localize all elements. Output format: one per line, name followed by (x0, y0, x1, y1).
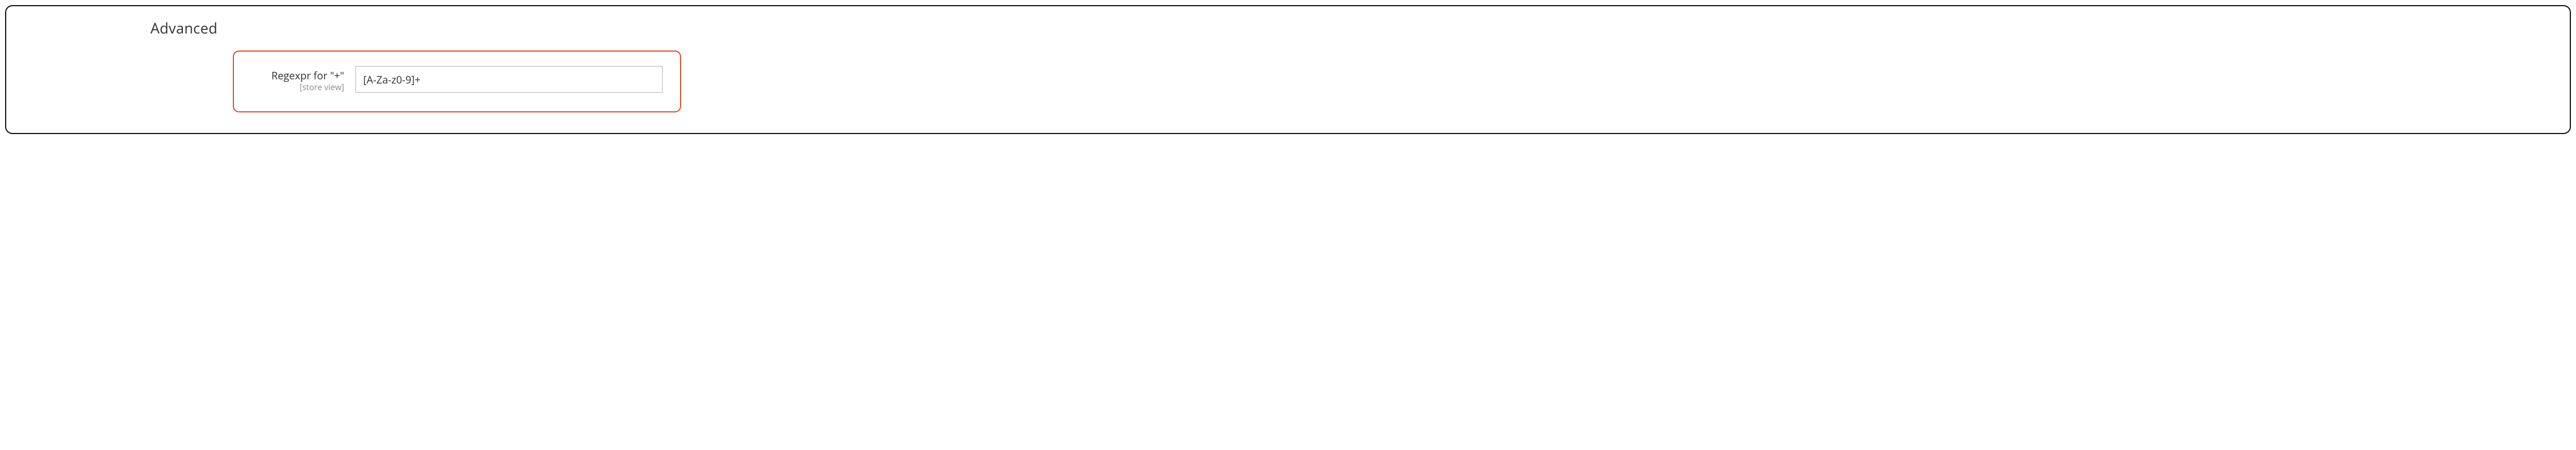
config-panel: Advanced Regexpr for "+" [store view] (5, 5, 2571, 134)
section-title: Advanced (150, 19, 2549, 38)
field-highlight: Regexpr for "+" [store view] (233, 51, 681, 112)
field-label-wrap: Regexpr for "+" [store view] (251, 66, 344, 92)
field-label: Regexpr for "+" (251, 69, 344, 82)
regexpr-input[interactable] (355, 66, 663, 93)
field-scope: [store view] (251, 82, 344, 92)
